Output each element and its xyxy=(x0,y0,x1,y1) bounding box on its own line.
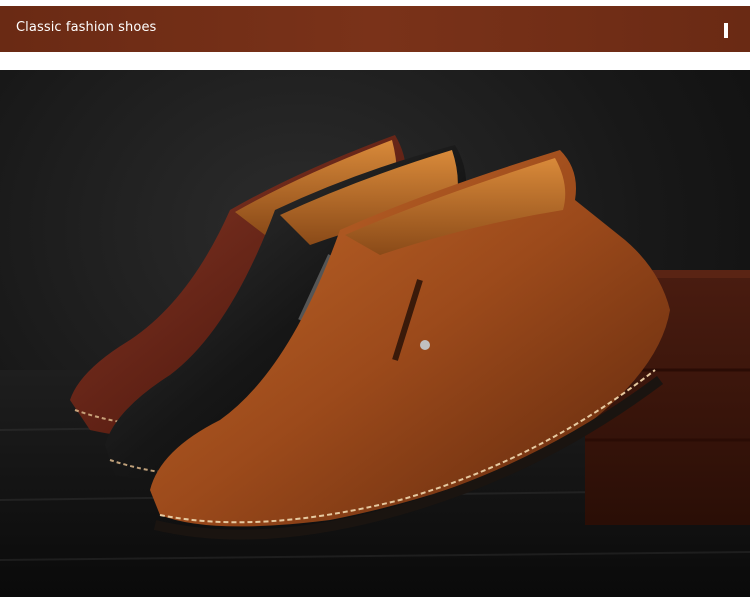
shoes-illustration xyxy=(0,135,750,597)
title-banner: Classic fashion shoes xyxy=(0,6,750,52)
banner-end-marker xyxy=(724,23,728,38)
banner-title: Classic fashion shoes xyxy=(16,20,157,35)
product-photo xyxy=(0,70,750,597)
